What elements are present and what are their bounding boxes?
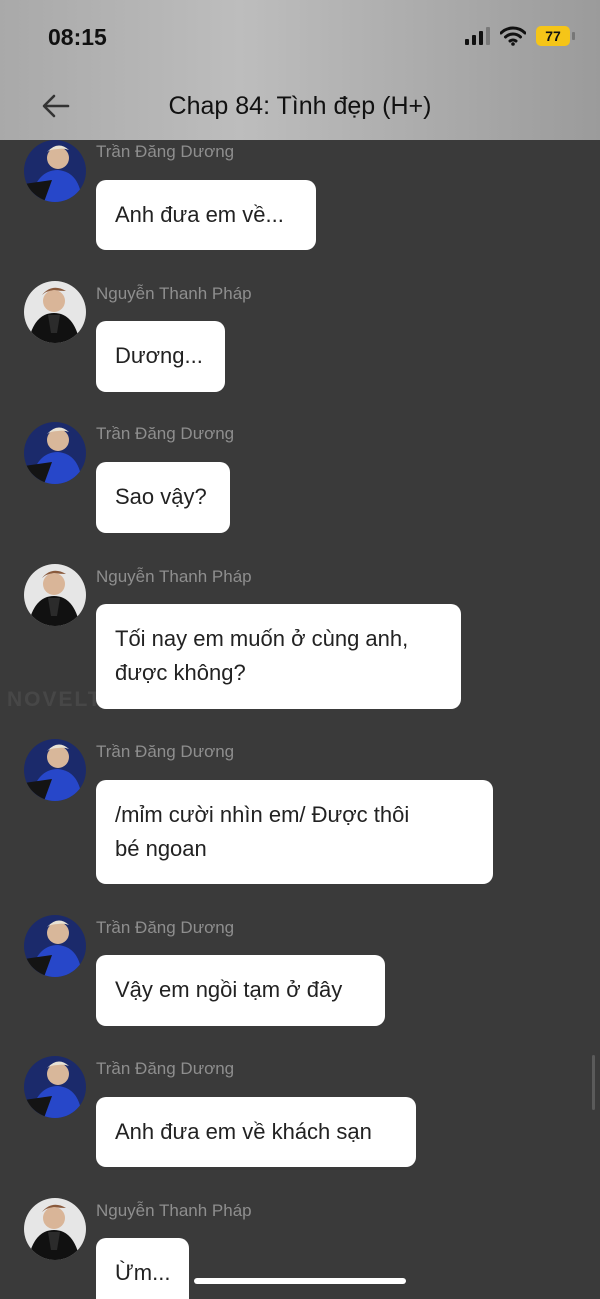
scrollbar[interactable] [592,1055,595,1110]
avatar-phap-icon [24,564,86,626]
avatar-phap-icon [24,281,86,343]
sender-name: Trần Đăng Dương [96,142,235,161]
avatar[interactable] [24,1198,86,1260]
message-text-line: được không? [115,660,246,685]
sender-name: Trần Đăng Dương [96,742,235,761]
sender-name: Nguyễn Thanh Pháp [96,567,252,586]
avatar-duong-icon [24,140,86,202]
sender-name: Nguyễn Thanh Pháp [96,1201,252,1220]
sender-name: Trần Đăng Dương [96,424,235,443]
sender-name: Nguyễn Thanh Pháp [96,284,252,303]
chat-list[interactable]: NOVELTOON Trần Đăng Dương Anh đưa em về.… [0,140,600,1299]
message-text-line: /mỉm cười nhìn em/ Được thôi [115,802,410,827]
avatar[interactable] [24,422,86,484]
avatar[interactable] [24,915,86,977]
message-bubble[interactable]: Ừm... [96,1238,189,1299]
wifi-icon [500,26,526,46]
status-icons: 77 [465,26,575,46]
message-bubble[interactable]: Anh đưa em về khách sạn [96,1097,416,1167]
avatar-duong-icon [24,739,86,801]
battery-icon: 77 [536,26,575,46]
avatar-duong-icon [24,1056,86,1118]
avatar[interactable] [24,140,86,202]
message-text-line: bé ngoan [115,836,207,861]
message-bubble[interactable]: Sao vậy? [96,462,230,533]
avatar-duong-icon [24,422,86,484]
message-text-line: Tối nay em muốn ở cùng anh, [115,626,409,651]
message-bubble[interactable]: Vậy em ngồi tạm ở đây [96,955,385,1026]
cellular-signal-icon [465,27,490,45]
home-indicator[interactable] [194,1278,406,1284]
avatar[interactable] [24,564,86,626]
message-bubble[interactable]: /mỉm cười nhìn em/ Được thôi bé ngoan [96,780,493,884]
message-bubble[interactable]: Tối nay em muốn ở cùng anh, được không? [96,604,461,709]
avatar[interactable] [24,1056,86,1118]
top-bar: 08:15 77 Chap 84: Tình đẹp (H+) [0,0,600,140]
avatar-phap-icon [24,1198,86,1260]
avatar-duong-icon [24,915,86,977]
message-bubble[interactable]: Anh đưa em về... [96,180,316,250]
message-bubble[interactable]: Dương... [96,321,225,392]
page-title: Chap 84: Tình đẹp (H+) [168,92,432,120]
sender-name: Trần Đăng Dương [96,1059,235,1078]
avatar[interactable] [24,281,86,343]
sender-name: Trần Đăng Dương [96,918,235,937]
status-time: 08:15 [48,24,107,50]
avatar[interactable] [24,739,86,801]
